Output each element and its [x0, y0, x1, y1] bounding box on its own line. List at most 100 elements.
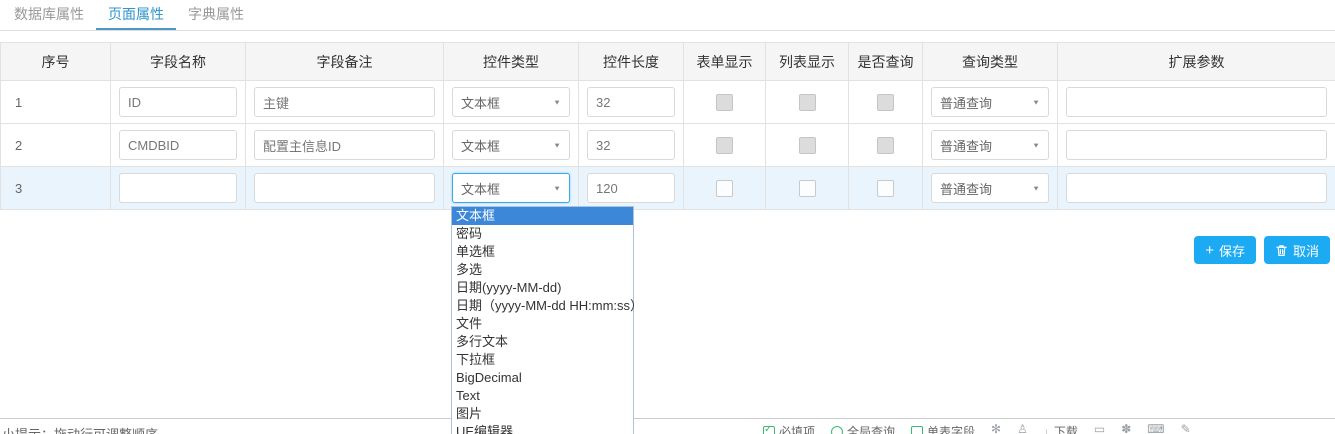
field-name-input[interactable] — [119, 87, 237, 117]
is-query-checkbox[interactable] — [877, 180, 894, 197]
legend-label: 下载 — [1054, 423, 1078, 434]
plus-icon: + — [1205, 243, 1214, 258]
header-list-show: 列表显示 — [766, 43, 849, 81]
dropdown-option[interactable]: Text — [452, 387, 633, 405]
query-type-value: 普通查询 — [940, 136, 992, 155]
form-show-checkbox — [716, 137, 733, 154]
field-comment-input[interactable] — [254, 173, 435, 203]
chevron-down-icon: ▼ — [1032, 184, 1040, 192]
ext-params-input[interactable] — [1066, 87, 1327, 117]
header-query-type: 查询类型 — [923, 43, 1058, 81]
legend-item[interactable]: ⌨ — [1147, 423, 1164, 434]
green-check-icon — [763, 426, 775, 434]
query-type-select[interactable]: 普通查询 ▼ — [931, 87, 1049, 117]
header-form-show: 表单显示 — [684, 43, 766, 81]
field-name-input[interactable] — [119, 173, 237, 203]
query-type-value: 普通查询 — [940, 93, 992, 112]
is-query-checkbox — [877, 94, 894, 111]
dropdown-option[interactable]: BigDecimal — [452, 369, 633, 387]
chevron-down-icon: ▼ — [1032, 141, 1040, 149]
save-button[interactable]: + 保存 — [1194, 236, 1256, 264]
header-is-query: 是否查询 — [849, 43, 923, 81]
legend-item[interactable]: ↓ 下载 — [1044, 423, 1078, 434]
ext-params-input[interactable] — [1066, 173, 1327, 203]
form-show-checkbox[interactable] — [716, 180, 733, 197]
legend-item[interactable]: 必填项 — [763, 423, 815, 434]
chevron-down-icon: ▼ — [553, 184, 561, 192]
legend-item[interactable]: ▭ — [1094, 423, 1105, 434]
form-show-checkbox — [716, 94, 733, 111]
dropdown-option[interactable]: 多行文本 — [452, 333, 633, 351]
tab-database-properties[interactable]: 数据库属性 — [2, 0, 96, 30]
row-index: 2 — [1, 124, 111, 167]
is-query-checkbox — [877, 137, 894, 154]
dropdown-option[interactable]: 文件 — [452, 315, 633, 333]
dropdown-option[interactable]: 日期(yyyy-MM-dd) — [452, 279, 633, 297]
list-show-checkbox — [799, 137, 816, 154]
legend-label: 必填项 — [779, 423, 815, 434]
field-comment-input[interactable] — [254, 87, 435, 117]
dropdown-option[interactable]: 下拉框 — [452, 351, 633, 369]
flower-icon: ✻ — [991, 423, 1001, 434]
dropdown-option[interactable]: 多选 — [452, 261, 633, 279]
dropdown-option[interactable]: 单选框 — [452, 243, 633, 261]
legend-item[interactable]: ✽ — [1121, 423, 1131, 434]
footer-hint-text: 小提示：拖动行可调整顺序 — [2, 424, 158, 434]
chevron-down-icon: ▼ — [1032, 98, 1040, 106]
chevron-down-icon: ▼ — [553, 98, 561, 106]
control-type-select[interactable]: 文本框 ▼ — [452, 130, 570, 160]
legend-label: 全局查询 — [847, 423, 895, 434]
green-circle-icon — [831, 426, 843, 434]
field-comment-input[interactable] — [254, 130, 435, 160]
header-field-comment: 字段备注 — [246, 43, 444, 81]
control-type-dropdown-list: 文本框 密码 单选框 多选 日期(yyyy-MM-dd) 日期（yyyy-MM-… — [451, 206, 634, 434]
row-index: 3 — [1, 167, 111, 210]
edit-icon: ✎ — [1181, 423, 1191, 434]
header-ext-params: 扩展参数 — [1058, 43, 1335, 81]
dropdown-option[interactable]: UE编辑器 — [452, 423, 633, 434]
legend-item[interactable]: 单表字段 — [911, 423, 975, 434]
gear-icon: ✽ — [1121, 423, 1131, 434]
legend-label: 单表字段 — [927, 423, 975, 434]
legend-item[interactable]: ✎ — [1181, 423, 1191, 434]
query-type-value: 普通查询 — [940, 179, 992, 198]
tab-page-properties[interactable]: 页面属性 — [96, 0, 176, 30]
chevron-down-icon: ▼ — [553, 141, 561, 149]
dropdown-option[interactable]: 日期（yyyy-MM-dd HH:mm:ss） — [452, 297, 633, 315]
legend-item[interactable]: ✻ — [991, 423, 1001, 434]
control-type-select-open[interactable]: 文本框▼ — [452, 173, 570, 203]
ext-params-input[interactable] — [1066, 130, 1327, 160]
header-control-type: 控件类型 — [444, 43, 579, 81]
control-type-value: 文本框 — [461, 93, 500, 112]
header-index: 序号 — [1, 43, 111, 81]
dropdown-option[interactable]: 密码 — [452, 225, 633, 243]
legend-item[interactable]: 全局查询 — [831, 423, 895, 434]
save-button-label: 保存 — [1219, 241, 1245, 260]
table-row-active: 3 文本框▼ 普通查询 ▼ — [1, 167, 1335, 210]
query-type-select[interactable]: 普通查询 ▼ — [931, 173, 1049, 203]
list-show-checkbox[interactable] — [799, 180, 816, 197]
cancel-button[interactable]: 取消 — [1264, 236, 1330, 264]
query-type-select[interactable]: 普通查询 ▼ — [931, 130, 1049, 160]
cancel-button-label: 取消 — [1293, 241, 1319, 260]
tab-dictionary-properties[interactable]: 字典属性 — [176, 0, 256, 30]
control-length-input[interactable] — [587, 130, 675, 160]
control-type-value: 文本框 — [461, 136, 500, 155]
dropdown-option[interactable]: 文本框 — [452, 207, 633, 225]
trash-icon — [1275, 244, 1288, 257]
user-icon: ♙ — [1017, 423, 1028, 434]
control-length-input[interactable] — [587, 173, 675, 203]
download-icon: ↓ — [1044, 426, 1050, 434]
keyboard-icon: ⌨ — [1147, 423, 1164, 434]
field-name-input[interactable] — [119, 130, 237, 160]
tab-bar: 数据库属性 页面属性 字典属性 — [0, 0, 1335, 31]
green-square-icon — [911, 426, 923, 434]
table-row: 1 文本框▼ 普通查询▼ — [1, 81, 1335, 124]
control-type-select[interactable]: 文本框 ▼ — [452, 87, 570, 117]
action-buttons: + 保存 取消 — [1194, 236, 1330, 264]
legend-item[interactable]: ♙ — [1017, 423, 1028, 434]
footer-divider — [0, 418, 1335, 419]
table-header-row: 序号 字段名称 字段备注 控件类型 控件长度 表单显示 列表显示 是否查询 查询… — [1, 43, 1335, 81]
dropdown-option[interactable]: 图片 — [452, 405, 633, 423]
control-length-input[interactable] — [587, 87, 675, 117]
